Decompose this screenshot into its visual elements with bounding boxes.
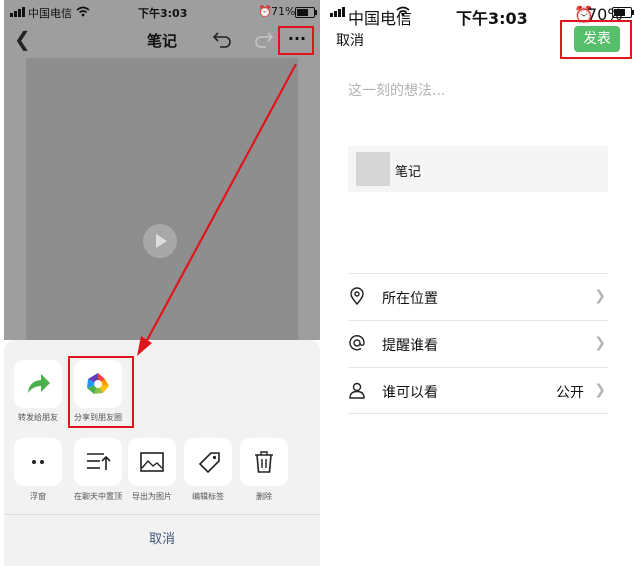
row-divider <box>348 413 608 414</box>
highlight-box-publish <box>560 20 632 59</box>
battery-icon <box>295 7 317 18</box>
location-pin-icon <box>350 287 364 305</box>
highlight-box-moments <box>68 356 134 428</box>
forward-to-friend-button[interactable] <box>14 360 62 408</box>
undo-icon[interactable] <box>212 29 234 49</box>
play-icon[interactable] <box>143 224 177 258</box>
highlight-box-more <box>278 26 314 55</box>
right-screen: 中国电信 下午3:03 ⏰ 70% 取消 发表 这一刻的想法... 笔记 所在位… <box>324 0 640 566</box>
float-window-icon <box>32 460 44 464</box>
battery-percent: 71% <box>271 5 296 18</box>
row-value: 公开 <box>556 385 584 401</box>
row-label: 所在位置 <box>382 291 438 307</box>
forward-label: 转发给朋友 <box>18 413 58 422</box>
left-screen: 中国电信 下午3:03 ⏰ 71% ❮ 笔记 ··· 转发给朋友 分享到朋友圈 … <box>4 0 320 566</box>
row-label: 谁可以看 <box>382 385 438 401</box>
status-time: 下午3:03 <box>456 9 528 28</box>
row-label: 提醒谁看 <box>382 338 438 354</box>
row-visibility[interactable]: 谁可以看 公开 ❯ <box>348 367 608 414</box>
wifi-icon <box>76 6 90 17</box>
row-remind[interactable]: 提醒谁看 ❯ <box>348 320 608 367</box>
cancel-button[interactable]: 取消 <box>336 30 364 50</box>
row-location[interactable]: 所在位置 ❯ <box>348 273 608 320</box>
thoughts-input[interactable]: 这一刻的想法... <box>348 80 445 100</box>
alarm-icon: ⏰ <box>258 5 272 18</box>
pin-to-top-icon <box>87 453 111 470</box>
divider <box>4 514 320 515</box>
status-time: 下午3:03 <box>138 7 188 20</box>
signal-icon <box>10 7 25 17</box>
redo-icon[interactable] <box>252 29 274 49</box>
edit-tags-label: 编辑标签 <box>192 492 224 501</box>
person-icon <box>349 382 365 399</box>
status-bar: 中国电信 下午3:03 ⏰ 71% <box>4 0 320 24</box>
video-preview[interactable] <box>26 58 298 340</box>
wifi-icon <box>396 6 410 17</box>
chevron-right-icon: ❯ <box>594 288 606 304</box>
image-icon <box>140 452 164 472</box>
edit-tags-button[interactable] <box>184 438 232 486</box>
signal-icon <box>330 7 345 17</box>
at-sign-icon <box>349 335 365 351</box>
pin-to-top-button[interactable] <box>74 438 122 486</box>
forward-arrow-icon <box>28 374 50 393</box>
tag-icon <box>198 452 220 474</box>
export-image-button[interactable] <box>128 438 176 486</box>
note-thumbnail <box>356 152 390 186</box>
note-title: 笔记 <box>395 165 422 180</box>
float-window-label: 浮窗 <box>30 492 46 501</box>
carrier-name: 中国电信 <box>28 7 72 20</box>
chevron-right-icon: ❯ <box>594 335 606 351</box>
battery-icon <box>612 7 634 18</box>
nav-bar: ❮ 笔记 ··· <box>4 24 320 56</box>
chevron-right-icon: ❯ <box>594 382 606 398</box>
cancel-button[interactable]: 取消 <box>4 528 320 547</box>
delete-button[interactable] <box>240 438 288 486</box>
trash-icon <box>255 451 273 473</box>
export-image-label: 导出为图片 <box>132 492 172 501</box>
float-window-button[interactable] <box>14 438 62 486</box>
delete-label: 删除 <box>256 492 272 501</box>
note-attachment-card[interactable]: 笔记 <box>348 146 608 192</box>
pin-to-top-label: 在聊天中置顶 <box>74 492 122 501</box>
